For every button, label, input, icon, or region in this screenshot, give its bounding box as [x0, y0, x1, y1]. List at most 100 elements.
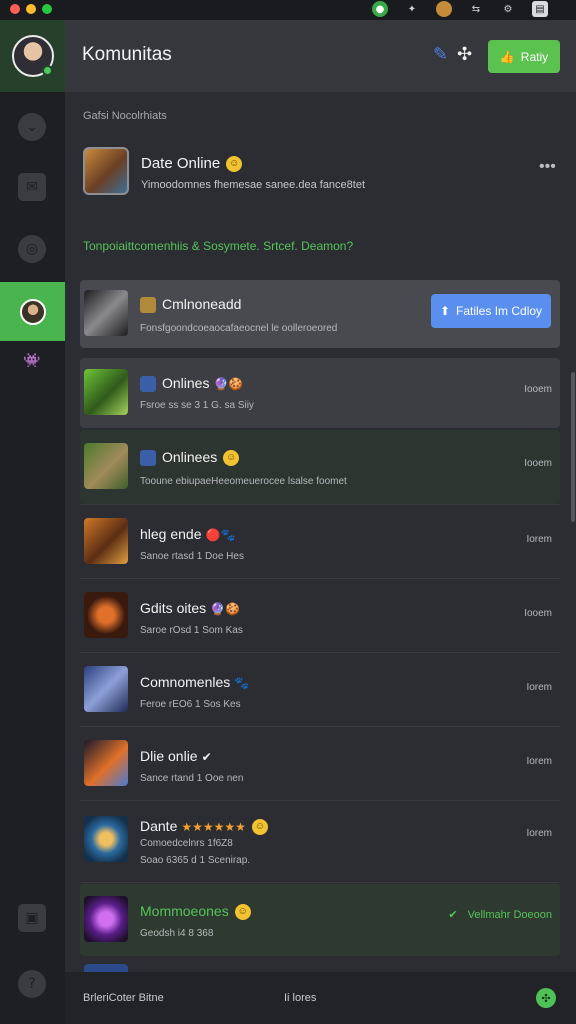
smile-emoji-icon: ☺ — [226, 156, 243, 173]
avatar[interactable] — [11, 35, 54, 77]
list-item[interactable]: Cmlnoneadd Fonsfgoondcoeaocafaeocnel le … — [80, 280, 560, 348]
header: Komunitas ✎ ✣ 👍 Ratiy — [65, 20, 576, 92]
row-subtitle: Fsroe ss se 3 1 G. sa Siiy — [140, 400, 254, 411]
sidebar: ⌄ ✉ ◎ 👾 ▣ ? — [0, 20, 65, 1024]
list-item[interactable]: Gdits oites 🔮🍪 Saroe rOsd 1 Som Kas Iooem — [80, 580, 560, 652]
share-icon[interactable]: ✣ — [536, 988, 556, 1008]
row-thumb — [84, 816, 128, 862]
row-time: Iooem — [524, 384, 552, 395]
list-item[interactable]: Onlinees ☺ Tooune ebiupaeHeeomeuerocee ls… — [80, 430, 560, 504]
list-item[interactable]: Dante ★★★★★★ ☺ Comoedcelnrs 1f6Z8 Soao 636… — [80, 802, 560, 882]
row-thumb — [84, 666, 128, 712]
row-action-button[interactable]: ⬆ Fatiles Im Cdloy — [431, 294, 551, 328]
row-thumb — [84, 369, 128, 415]
smile-emoji-icon: ☺ — [251, 819, 268, 836]
row-title: Mommoeones ☺ — [140, 903, 251, 921]
divider — [80, 726, 560, 727]
row-subtitle: Sance rtand 1 Ooe nen — [140, 773, 244, 784]
briefcase-icon[interactable]: ▣ — [18, 904, 46, 932]
game-badge-icon — [140, 297, 156, 314]
game-badge-icon — [140, 376, 156, 393]
row-thumb — [84, 964, 128, 972]
more-options-icon[interactable]: ••• — [539, 158, 556, 176]
row-title-text: Gdits oites — [140, 600, 207, 616]
check-icon: ✔ — [201, 750, 212, 765]
game-avatar-icon[interactable] — [436, 1, 452, 17]
game-badge-icon — [140, 450, 156, 467]
row-time: Iorem — [526, 756, 552, 767]
divider — [80, 882, 560, 883]
row-subtitle: Fonsfgoondcoeaocafaeocnel le oolleroeore… — [140, 323, 338, 334]
inbox-icon[interactable]: ✉ — [18, 173, 46, 201]
row-title-text: Onlinees — [162, 449, 218, 465]
row-title: Dlie onlie ✔ — [140, 748, 212, 764]
row-title: hleg ende 🔴🐾 — [140, 526, 235, 542]
row-thumb — [84, 592, 128, 638]
thumbs-up-icon: 👍 — [499, 49, 515, 64]
row-action-label: Fatiles Im Cdloy — [456, 304, 543, 318]
footer-middle-text: Ii lores — [284, 992, 317, 1004]
minimize-window-button[interactable] — [26, 4, 36, 14]
row-time: Iorem — [526, 828, 552, 839]
chevron-down-icon[interactable]: ⌄ — [18, 113, 46, 141]
row-thumb — [84, 518, 128, 564]
verified-check-icon: ✔ — [448, 909, 458, 921]
document-icon[interactable]: ▤ — [532, 1, 548, 17]
featured-post[interactable]: Date Online ☺ Yimoodomnes fhemesae sanee.… — [83, 147, 558, 203]
reaction-icons: 🔮🍪 — [210, 602, 241, 617]
featured-subtitle: Yimoodomnes fhemesae sanee.dea fance8tet — [141, 179, 366, 191]
smile-emoji-icon: ☺ — [234, 904, 251, 921]
row-time: Iorem — [526, 534, 552, 545]
help-icon[interactable]: ? — [18, 970, 46, 998]
row-title-text: Dante — [140, 818, 178, 834]
window-titlebar: ● ✦ ⇆ ⚙ ▤ — [0, 0, 576, 20]
arrow-up-icon: ⬆ — [439, 304, 451, 318]
row-title-text: Comnomenles — [140, 674, 231, 690]
list-item[interactable]: Mommoeones ☺ Geodsh i4 8 368 ✔ Vellmahr Do… — [80, 884, 560, 956]
main-content: Gafsi Nocolrhiats Date Online ☺ Yimoodomn… — [65, 92, 576, 972]
list-item[interactable]: Comnomenles 🐾 Feroe rEO6 1 Sos Kes Iorem — [80, 654, 560, 726]
list-item[interactable]: Dlie onlie ✔ Sance rtand 1 Ooe nen Iorem — [80, 728, 560, 800]
row-thumb — [84, 290, 128, 336]
divider — [80, 652, 560, 653]
row-subtitle: Sanoe rtasd 1 Doe Hes — [140, 551, 244, 562]
maximize-window-button[interactable] — [42, 4, 52, 14]
list-item[interactable]: Onlines 🔮🍪 Fsroe ss se 3 1 G. sa Siiy Ioo… — [80, 358, 560, 428]
row-time-text: Vellmahr Doeoon — [467, 909, 552, 921]
status-green-icon[interactable]: ● — [372, 1, 388, 17]
row-title: Gdits oites 🔮🍪 — [140, 600, 240, 616]
row-subtitle-line1: Comoedcelnrs 1f6Z8 — [140, 838, 233, 849]
header-action-label: Ratiy — [520, 49, 549, 64]
scrollbar[interactable] — [571, 372, 575, 522]
community-note: Tonpoiaittcomenhiis & Sosymete. Srtcef. … — [83, 239, 354, 253]
settings-icon[interactable]: ✦ — [404, 1, 420, 17]
row-thumb — [84, 443, 128, 489]
row-subtitle: Saroe rOsd 1 Som Kas — [140, 625, 243, 636]
game-icon[interactable]: 👾 — [22, 353, 42, 369]
row-thumb — [84, 896, 128, 942]
row-title-text: hleg ende — [140, 526, 202, 542]
row-title-text: Dlie onlie — [140, 748, 198, 764]
pin-icon[interactable]: ◎ — [18, 235, 46, 263]
row-time: Iooem — [524, 608, 552, 619]
row-subtitle: Feroe rEO6 1 Sos Kes — [140, 699, 241, 710]
divider — [80, 800, 560, 801]
header-action-button[interactable]: 👍 Ratiy — [488, 40, 560, 73]
row-title-text: Cmlnoneadd — [162, 296, 242, 312]
row-title: Onlinees ☺ — [140, 449, 240, 467]
row-time: Iorem — [526, 682, 552, 693]
tool-icon[interactable]: ⚙ — [500, 1, 516, 17]
reaction-icons: 🔮🍪 — [213, 377, 244, 392]
list-item-partial[interactable] — [80, 962, 560, 972]
smile-emoji-icon: ☺ — [223, 450, 240, 467]
profile-area[interactable] — [0, 20, 65, 92]
list-item[interactable]: hleg ende 🔴🐾 Sanoe rtasd 1 Doe Hes Iorem — [80, 506, 560, 578]
compose-icon[interactable]: ✎ — [433, 44, 448, 65]
link-icon[interactable]: ⇆ — [468, 1, 484, 17]
divider — [80, 504, 560, 505]
expand-icon[interactable]: ✣ — [457, 44, 472, 65]
row-title: Comnomenles 🐾 — [140, 674, 249, 690]
community-thumb — [19, 298, 46, 325]
sidebar-item-community[interactable] — [0, 282, 65, 341]
close-window-button[interactable] — [10, 4, 20, 14]
